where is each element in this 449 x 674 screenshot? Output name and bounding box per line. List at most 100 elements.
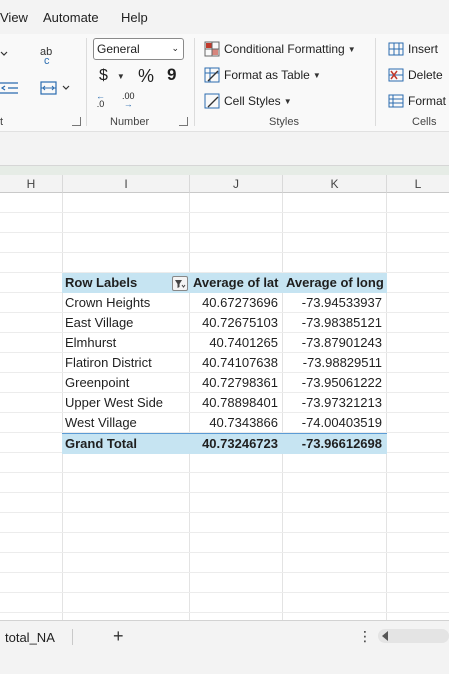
number-launcher-icon[interactable] xyxy=(179,117,188,126)
format-cells-icon xyxy=(388,93,404,109)
accounting-format-button[interactable]: $ ▼ xyxy=(99,67,125,85)
pivot-row-label[interactable]: Flatiron District xyxy=(62,353,190,373)
pivot-row-lat[interactable]: 40.7401265 xyxy=(190,333,283,353)
format-cells-button[interactable]: Format xyxy=(388,93,446,109)
chevron-down-icon: ⌄ xyxy=(171,43,179,53)
scroll-left-icon[interactable] xyxy=(382,631,388,641)
pivot-grand-total-long[interactable]: -73.96612698 xyxy=(283,434,387,454)
cell-styles-label: Cell Styles xyxy=(224,94,281,108)
decrease-decimal-button[interactable]: .00 → xyxy=(122,92,135,109)
horizontal-scrollbar[interactable] xyxy=(378,629,449,643)
pivot-header-lat[interactable]: Average of lat xyxy=(190,273,283,293)
pivot-header-long[interactable]: Average of long xyxy=(283,273,387,293)
conditional-formatting-button[interactable]: Conditional Formatting ▼ xyxy=(204,41,356,57)
grid-line xyxy=(0,512,449,513)
sheet-tab-total-na[interactable]: total_NA xyxy=(5,630,55,645)
menu-help[interactable]: Help xyxy=(121,10,148,25)
number-format-select[interactable]: General ⌄ xyxy=(93,38,184,60)
pivot-row-lat[interactable]: 40.72798361 xyxy=(190,373,283,393)
sheet-tab-bar: total_NA + ⋮ xyxy=(0,620,449,674)
decrease-indent-icon[interactable] xyxy=(0,80,20,96)
pivot-grand-total-lat[interactable]: 40.73246723 xyxy=(190,434,283,454)
pivot-row-lat[interactable]: 40.78898401 xyxy=(190,393,283,413)
tab-divider xyxy=(72,629,73,645)
format-as-table-label: Format as Table xyxy=(224,68,310,82)
grid-line xyxy=(0,592,449,593)
grid-line xyxy=(0,552,449,553)
grid-line xyxy=(0,232,449,233)
group-divider xyxy=(86,38,87,126)
group-divider xyxy=(194,38,195,126)
number-group-label: Number xyxy=(110,116,150,128)
pivot-row-long[interactable]: -73.98385121 xyxy=(283,313,387,333)
menu-bar: View Automate Help xyxy=(0,0,449,34)
arrow-right-icon: → xyxy=(123,99,133,109)
formula-bar[interactable] xyxy=(0,165,449,175)
pivot-row-label[interactable]: West Village xyxy=(62,413,190,433)
pivot-row-long[interactable]: -73.98829511 xyxy=(283,353,387,373)
grid-line xyxy=(0,532,449,533)
pivot-row-lat[interactable]: 40.7343866 xyxy=(190,413,283,433)
grid-line xyxy=(0,212,449,213)
format-as-table-icon xyxy=(204,67,220,83)
increase-decimal-button[interactable]: ← .0 xyxy=(96,92,105,109)
pivot-row-long[interactable]: -73.94533937 xyxy=(283,293,387,313)
chevron-down-icon: ▼ xyxy=(283,96,292,106)
menu-automate[interactable]: Automate xyxy=(43,10,99,25)
insert-label: Insert xyxy=(408,42,439,56)
grid-line xyxy=(0,472,449,473)
delete-label: Delete xyxy=(408,68,443,82)
cell-styles-button[interactable]: Cell Styles ▼ xyxy=(204,93,292,109)
pivot-row-label[interactable]: Greenpoint xyxy=(62,373,190,393)
merge-dropdown-icon xyxy=(62,85,70,90)
number-format-value: General xyxy=(97,42,140,56)
pivot-row-lat[interactable]: 40.74107638 xyxy=(190,353,283,373)
delete-cells-button[interactable]: Delete xyxy=(388,67,443,83)
styles-group-label: Styles xyxy=(269,116,299,128)
column-header-h[interactable]: H xyxy=(0,175,63,193)
cells-group-label: Cells xyxy=(412,116,437,128)
alignment-launcher-icon[interactable] xyxy=(72,117,81,126)
pivot-header-row-labels[interactable]: Row Labels xyxy=(62,273,190,293)
worksheet-grid[interactable]: Row Labels Average of lat Average of lon… xyxy=(0,193,449,620)
column-header-i[interactable]: I xyxy=(63,175,190,193)
column-header-j[interactable]: J xyxy=(190,175,283,193)
chevron-down-icon: ▼ xyxy=(347,44,356,54)
add-sheet-icon[interactable]: + xyxy=(113,626,124,647)
pivot-grand-total-label[interactable]: Grand Total xyxy=(62,434,190,454)
grid-line xyxy=(0,252,449,253)
pivot-row-lat[interactable]: 40.67273696 xyxy=(190,293,283,313)
pivot-row-long[interactable]: -74.00403519 xyxy=(283,413,387,433)
conditional-formatting-label: Conditional Formatting xyxy=(224,42,345,56)
column-header-l[interactable]: L xyxy=(387,175,449,193)
insert-cells-button[interactable]: Insert xyxy=(388,41,438,57)
wrap-text-icon[interactable]: ab c xyxy=(40,47,52,67)
merge-center-icon[interactable] xyxy=(40,80,70,96)
currency-symbol: $ xyxy=(99,67,108,84)
column-header-k[interactable]: K xyxy=(283,175,387,193)
pivot-row-long[interactable]: -73.97321213 xyxy=(283,393,387,413)
increase-decimal-glyph: .0 xyxy=(96,99,105,109)
comma-style-button[interactable]: 9 xyxy=(167,65,176,85)
alignment-chevron-icon[interactable] xyxy=(0,50,8,58)
menu-view[interactable]: View xyxy=(0,10,28,25)
insert-cells-icon xyxy=(388,41,404,57)
pivot-row-long[interactable]: -73.87901243 xyxy=(283,333,387,353)
cell-styles-icon xyxy=(204,93,220,109)
format-as-table-button[interactable]: Format as Table ▼ xyxy=(204,67,321,83)
grid-line xyxy=(0,572,449,573)
pivot-row-label[interactable]: Upper West Side xyxy=(62,393,190,413)
format-label: Format xyxy=(408,94,447,108)
pivot-row-label[interactable]: Crown Heights xyxy=(62,293,190,313)
percent-style-button[interactable]: % xyxy=(138,66,154,87)
conditional-formatting-icon xyxy=(204,41,220,57)
pivot-row-label[interactable]: East Village xyxy=(62,313,190,333)
alignment-group-label: t xyxy=(0,116,4,128)
filter-icon[interactable] xyxy=(172,276,188,291)
pivot-row-label[interactable]: Elmhurst xyxy=(62,333,190,353)
group-divider xyxy=(375,38,376,126)
more-options-icon[interactable]: ⋮ xyxy=(358,628,372,645)
pivot-row-lat[interactable]: 40.72675103 xyxy=(190,313,283,333)
pivot-row-long[interactable]: -73.95061222 xyxy=(283,373,387,393)
ribbon-gap xyxy=(0,132,449,165)
